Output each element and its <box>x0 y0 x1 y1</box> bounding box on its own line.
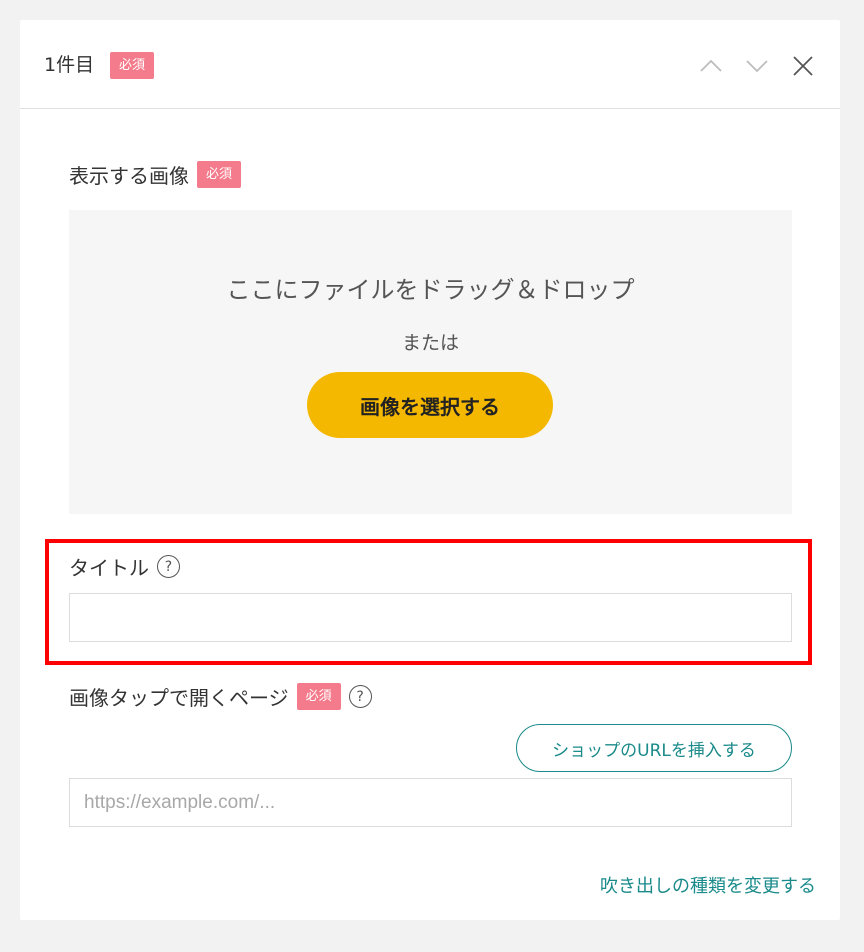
select-image-button[interactable]: 画像を選択する <box>307 372 553 438</box>
chevron-up-icon <box>700 59 722 72</box>
image-dropzone[interactable]: ここにファイルをドラッグ＆ドロップ または 画像を選択する <box>69 210 792 514</box>
help-icon[interactable]: ? <box>348 685 372 708</box>
close-icon <box>793 56 813 76</box>
item-card: 1件目 必須 表示する画像 必須 ここにファイルをドラッグ＆ドロップ または 画… <box>20 20 840 920</box>
required-badge: 必須 <box>197 161 242 188</box>
page-field-label: 画像タップで開くページ 必須 ? <box>69 682 372 711</box>
help-icon[interactable]: ? <box>157 555 180 578</box>
move-down-button[interactable] <box>744 53 770 79</box>
url-input[interactable] <box>69 778 792 827</box>
change-bubble-type-link[interactable]: 吹き出しの種類を変更する <box>600 872 816 898</box>
move-up-button[interactable] <box>698 53 724 79</box>
image-label-text: 表示する画像 <box>69 164 189 188</box>
insert-shop-url-button[interactable]: ショップのURLを挿入する <box>516 724 792 772</box>
title-input[interactable] <box>69 593 792 642</box>
chevron-down-icon <box>746 60 768 73</box>
close-button[interactable] <box>790 53 816 79</box>
item-title: 1件目 <box>44 54 95 76</box>
dropzone-or-text: または <box>401 332 459 354</box>
title-label-text: タイトル <box>69 556 149 580</box>
page-label-text: 画像タップで開くページ <box>69 686 289 710</box>
required-badge: 必須 <box>296 683 341 710</box>
card-header: 1件目 必須 <box>20 20 840 109</box>
image-field-label: 表示する画像 必須 <box>69 160 242 189</box>
dropzone-text: ここにファイルをドラッグ＆ドロップ <box>226 276 635 304</box>
required-badge: 必須 <box>110 52 155 79</box>
title-field-label: タイトル ? <box>69 552 180 581</box>
